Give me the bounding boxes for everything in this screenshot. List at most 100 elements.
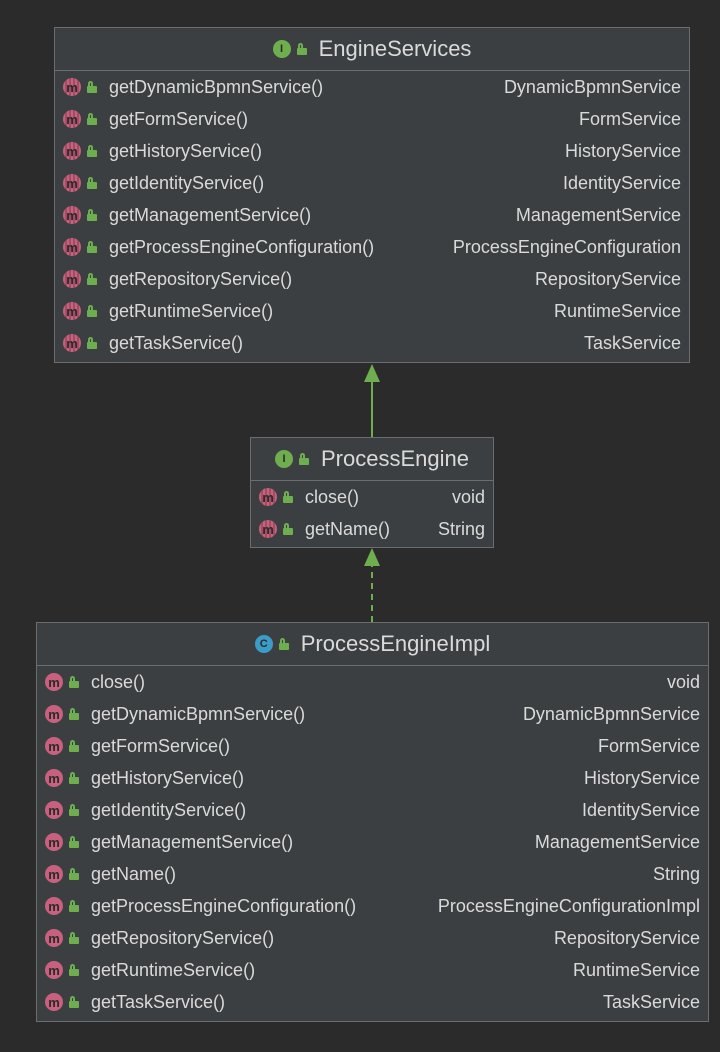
member-row[interactable]: m getHistoryService() HistoryService: [55, 135, 689, 167]
member-row[interactable]: m getDynamicBpmnService() DynamicBpmnServi…: [37, 698, 708, 730]
method-name: getTaskService(): [109, 332, 244, 353]
abstract-method-icon: m: [63, 174, 81, 192]
public-lock-icon: [69, 740, 79, 752]
return-type: DynamicBpmnService: [522, 703, 700, 724]
member-row[interactable]: m getHistoryService() HistoryService: [37, 762, 708, 794]
public-lock-icon: [283, 523, 293, 535]
member-row[interactable]: m getTaskService() TaskService: [37, 986, 708, 1018]
method-icon: m: [45, 929, 63, 947]
public-lock-icon: [87, 177, 97, 189]
return-type: RuntimeService: [553, 300, 681, 321]
method-icon: m: [45, 833, 63, 851]
engine-services-box[interactable]: I EngineServices m getDynamicBpmnService(…: [54, 27, 690, 363]
interface-icon: I: [272, 40, 291, 58]
member-row[interactable]: m close() void: [37, 666, 708, 698]
public-lock-icon: [87, 305, 97, 317]
public-lock-icon: [87, 337, 97, 349]
abstract-method-icon: m: [63, 110, 81, 128]
abstract-method-icon: m: [63, 270, 81, 288]
member-row[interactable]: m getManagementService() ManagementService: [37, 826, 708, 858]
abstract-method-icon: m: [63, 334, 81, 352]
method-name: getTaskService(): [91, 991, 226, 1012]
member-row[interactable]: m getName() String: [37, 858, 708, 890]
method-name: getDynamicBpmnService(): [109, 76, 324, 97]
method-name: getManagementService(): [91, 831, 294, 852]
process-engine-members: m close() void m getName() String: [251, 481, 493, 545]
public-lock-icon: [69, 964, 79, 976]
public-lock-icon: [87, 81, 97, 93]
method-icon: m: [45, 673, 63, 691]
member-row[interactable]: m getName() String: [251, 513, 493, 545]
member-row[interactable]: m getTaskService() TaskService: [55, 327, 689, 359]
public-lock-icon: [296, 43, 307, 55]
process-engine-box[interactable]: I ProcessEngine m close() void m getName() S…: [250, 437, 494, 548]
return-type: String: [437, 518, 485, 539]
member-row[interactable]: m getRepositoryService() RepositoryService: [37, 922, 708, 954]
method-name: getFormService(): [91, 735, 231, 756]
method-name: getRepositoryService(): [109, 268, 293, 289]
method-icon: m: [45, 865, 63, 883]
return-type: HistoryService: [583, 767, 700, 788]
member-row[interactable]: m getIdentityService() IdentityService: [37, 794, 708, 826]
process-engine-impl-box[interactable]: C ProcessEngineImpl m close() void m getDyn…: [36, 622, 709, 1022]
method-name: getIdentityService(): [109, 172, 265, 193]
abstract-method-icon: m: [259, 488, 277, 506]
return-type: FormService: [578, 108, 681, 129]
method-icon: m: [45, 705, 63, 723]
public-lock-icon: [69, 836, 79, 848]
member-row[interactable]: m getFormService() FormService: [55, 103, 689, 135]
abstract-method-icon: m: [63, 302, 81, 320]
method-icon: m: [45, 801, 63, 819]
implements-arrowhead: [364, 548, 380, 566]
method-name: getHistoryService(): [91, 767, 245, 788]
process-engine-impl-members: m close() void m getDynamicBpmnService() Dyn…: [37, 666, 708, 1018]
method-name: getName(): [305, 518, 391, 539]
member-row[interactable]: m getRuntimeService() RuntimeService: [55, 295, 689, 327]
return-type: HistoryService: [564, 140, 681, 161]
method-icon: m: [45, 737, 63, 755]
member-row[interactable]: m getProcessEngineConfiguration() ProcessE…: [55, 231, 689, 263]
public-lock-icon: [87, 241, 97, 253]
public-lock-icon: [69, 868, 79, 880]
return-type: RuntimeService: [572, 959, 700, 980]
public-lock-icon: [69, 804, 79, 816]
class-icon: C: [254, 635, 273, 653]
method-name: getFormService(): [109, 108, 249, 129]
return-type: TaskService: [583, 332, 681, 353]
public-lock-icon: [283, 491, 293, 503]
public-lock-icon: [69, 900, 79, 912]
method-name: getHistoryService(): [109, 140, 263, 161]
member-row[interactable]: m getManagementService() ManagementService: [55, 199, 689, 231]
method-name: getIdentityService(): [91, 799, 247, 820]
member-row[interactable]: m getRepositoryService() RepositoryService: [55, 263, 689, 295]
public-lock-icon: [87, 145, 97, 157]
public-lock-icon: [69, 932, 79, 944]
abstract-method-icon: m: [63, 78, 81, 96]
engine-services-header: I EngineServices: [55, 28, 689, 71]
public-lock-icon: [69, 996, 79, 1008]
public-lock-icon: [87, 273, 97, 285]
process-engine-impl-header: C ProcessEngineImpl: [37, 623, 708, 666]
return-type: FormService: [597, 735, 700, 756]
method-name: close(): [91, 671, 146, 692]
process-engine-title: ProcessEngine: [321, 446, 469, 471]
return-type: TaskService: [602, 991, 700, 1012]
method-icon: m: [45, 993, 63, 1011]
member-row[interactable]: m getProcessEngineConfiguration() ProcessE…: [37, 890, 708, 922]
return-type: IdentityService: [581, 799, 700, 820]
member-row[interactable]: m getRuntimeService() RuntimeService: [37, 954, 708, 986]
method-name: getRuntimeService(): [91, 959, 256, 980]
public-lock-icon: [69, 708, 79, 720]
return-type: IdentityService: [562, 172, 681, 193]
process-engine-header: I ProcessEngine: [251, 438, 493, 481]
public-lock-icon: [278, 638, 289, 650]
method-name: getRuntimeService(): [109, 300, 274, 321]
member-row[interactable]: m getIdentityService() IdentityService: [55, 167, 689, 199]
abstract-method-icon: m: [259, 520, 277, 538]
member-row[interactable]: m close() void: [251, 481, 493, 513]
abstract-method-icon: m: [63, 206, 81, 224]
member-row[interactable]: m getDynamicBpmnService() DynamicBpmnServi…: [55, 71, 689, 103]
member-row[interactable]: m getFormService() FormService: [37, 730, 708, 762]
return-type: void: [666, 671, 700, 692]
engine-services-members: m getDynamicBpmnService() DynamicBpmnServi…: [55, 71, 689, 359]
